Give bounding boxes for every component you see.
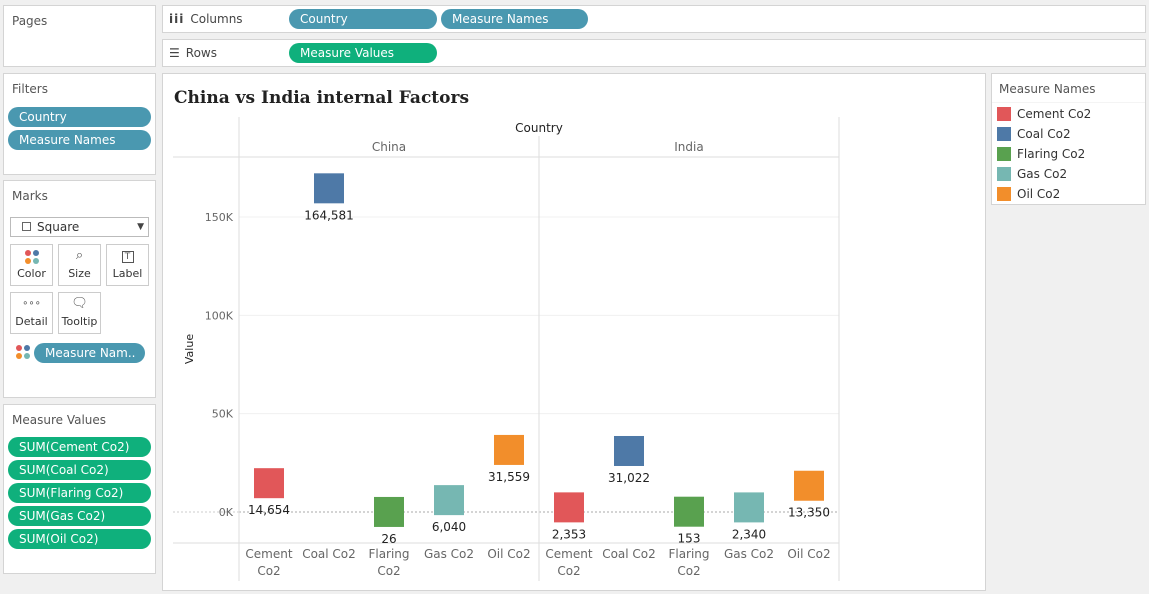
y-tick-label: 50K <box>212 408 234 421</box>
detail-icon: ∘∘∘ <box>22 298 41 309</box>
columns-pill-country[interactable]: Country <box>289 9 437 29</box>
size-icon: ⌕ <box>75 248 84 263</box>
legend-swatch <box>997 147 1011 161</box>
legend-divider <box>992 102 1145 103</box>
size-button[interactable]: ⌕ Size <box>58 244 101 286</box>
data-label: 164,581 <box>304 208 354 222</box>
chart-title: China vs India internal Factors <box>174 88 469 108</box>
data-mark <box>254 468 284 499</box>
data-mark <box>494 434 524 465</box>
rows-shelf[interactable]: ☰ Rows Measure Values <box>162 39 1146 67</box>
measure-pill-cement[interactable]: SUM(Cement Co2) <box>8 437 151 457</box>
label-button[interactable]: T Label <box>106 244 149 286</box>
tooltip-icon: 🗨 <box>71 296 88 311</box>
measure-pill-oil[interactable]: SUM(Oil Co2) <box>8 529 151 549</box>
chart-canvas: China vs India internal Factors Country … <box>162 73 986 591</box>
label-icon: T <box>107 245 148 267</box>
y-tick-label: 0K <box>219 506 234 519</box>
columns-pill-measure-names[interactable]: Measure Names <box>441 9 588 29</box>
x-tick-label: Oil Co2 <box>787 547 830 561</box>
legend-swatch <box>997 187 1011 201</box>
rows-icon: ☰ <box>169 46 180 60</box>
measure-pill-flaring[interactable]: SUM(Flaring Co2) <box>8 483 151 503</box>
mark-type-dropdown[interactable]: Square ▼ <box>10 217 149 237</box>
data-mark <box>734 492 764 523</box>
filters-panel: Filters Country Measure Names <box>3 73 156 175</box>
columns-shelf[interactable]: iii Columns Country Measure Names <box>162 5 1146 33</box>
country-header: China <box>372 140 406 154</box>
x-tick-label: Co2 <box>257 564 280 578</box>
data-mark <box>314 173 344 204</box>
data-label: 2,353 <box>552 527 586 541</box>
legend-swatch <box>997 167 1011 181</box>
x-tick-label: Coal Co2 <box>602 547 656 561</box>
data-label: 31,559 <box>488 470 530 484</box>
y-axis-label: Value <box>183 334 196 364</box>
rows-label: ☰ Rows <box>169 46 217 60</box>
rows-pill-measure-values[interactable]: Measure Values <box>289 43 437 63</box>
chevron-down-icon: ▼ <box>137 222 144 232</box>
data-mark <box>794 470 824 501</box>
legend-item-coal[interactable]: Coal Co2 <box>997 127 1071 143</box>
color-button[interactable]: Color <box>10 244 53 286</box>
data-label: 153 <box>678 532 701 546</box>
pages-title: Pages <box>12 14 48 28</box>
filters-title: Filters <box>12 82 48 96</box>
pages-panel: Pages <box>3 5 156 67</box>
column-header: Country <box>515 121 563 135</box>
data-mark <box>674 496 704 527</box>
square-icon <box>22 222 31 231</box>
country-header: India <box>674 140 703 154</box>
measure-pill-coal[interactable]: SUM(Coal Co2) <box>8 460 151 480</box>
legend-swatch <box>997 107 1011 121</box>
x-tick-label: Oil Co2 <box>487 547 530 561</box>
filter-pill-measure-names[interactable]: Measure Names <box>8 130 151 150</box>
data-mark <box>434 485 464 516</box>
filter-pill-country[interactable]: Country <box>8 107 151 127</box>
x-tick-label: Cement <box>545 547 592 561</box>
measure-values-panel: Measure Values SUM(Cement Co2) SUM(Coal … <box>3 404 156 574</box>
marks-title: Marks <box>12 189 48 203</box>
legend-panel: Measure Names Cement Co2 Coal Co2 Flarin… <box>991 73 1146 205</box>
data-label: 2,340 <box>732 527 766 541</box>
legend-swatch <box>997 127 1011 141</box>
data-mark <box>554 492 584 523</box>
x-tick-label: Co2 <box>557 564 580 578</box>
data-mark <box>374 496 404 527</box>
measure-pill-gas[interactable]: SUM(Gas Co2) <box>8 506 151 526</box>
legend-item-gas[interactable]: Gas Co2 <box>997 167 1067 183</box>
x-tick-label: Co2 <box>677 564 700 578</box>
data-label: 13,350 <box>788 506 830 520</box>
x-tick-label: Flaring <box>668 547 709 561</box>
x-tick-label: Gas Co2 <box>724 547 774 561</box>
data-label: 26 <box>381 532 396 546</box>
marks-color-pill[interactable]: Measure Nam.. <box>34 343 145 363</box>
color-dots-icon <box>11 245 52 267</box>
columns-icon: iii <box>169 12 185 26</box>
data-label: 31,022 <box>608 471 650 485</box>
marks-panel: Marks Square ▼ Color ⌕ Size T Label ∘∘∘ … <box>3 180 156 398</box>
data-label: 14,654 <box>248 503 290 517</box>
legend-title: Measure Names <box>999 82 1096 96</box>
x-tick-label: Coal Co2 <box>302 547 356 561</box>
detail-button[interactable]: ∘∘∘ Detail <box>10 292 53 334</box>
tooltip-button[interactable]: 🗨 Tooltip <box>58 292 101 334</box>
y-tick-label: 150K <box>205 211 234 224</box>
x-tick-label: Flaring <box>368 547 409 561</box>
chart-svg: China vs India internal Factors Country … <box>173 88 840 581</box>
data-mark <box>614 435 644 466</box>
x-tick-label: Co2 <box>377 564 400 578</box>
legend-item-oil[interactable]: Oil Co2 <box>997 187 1060 203</box>
measure-values-title: Measure Values <box>12 413 107 427</box>
color-dots-icon <box>15 344 31 364</box>
legend-item-flaring[interactable]: Flaring Co2 <box>997 147 1085 163</box>
x-tick-label: Gas Co2 <box>424 547 474 561</box>
x-tick-label: Cement <box>245 547 292 561</box>
data-label: 6,040 <box>432 520 466 534</box>
columns-label: iii Columns <box>169 12 243 26</box>
legend-item-cement[interactable]: Cement Co2 <box>997 107 1091 123</box>
y-tick-label: 100K <box>205 309 234 322</box>
